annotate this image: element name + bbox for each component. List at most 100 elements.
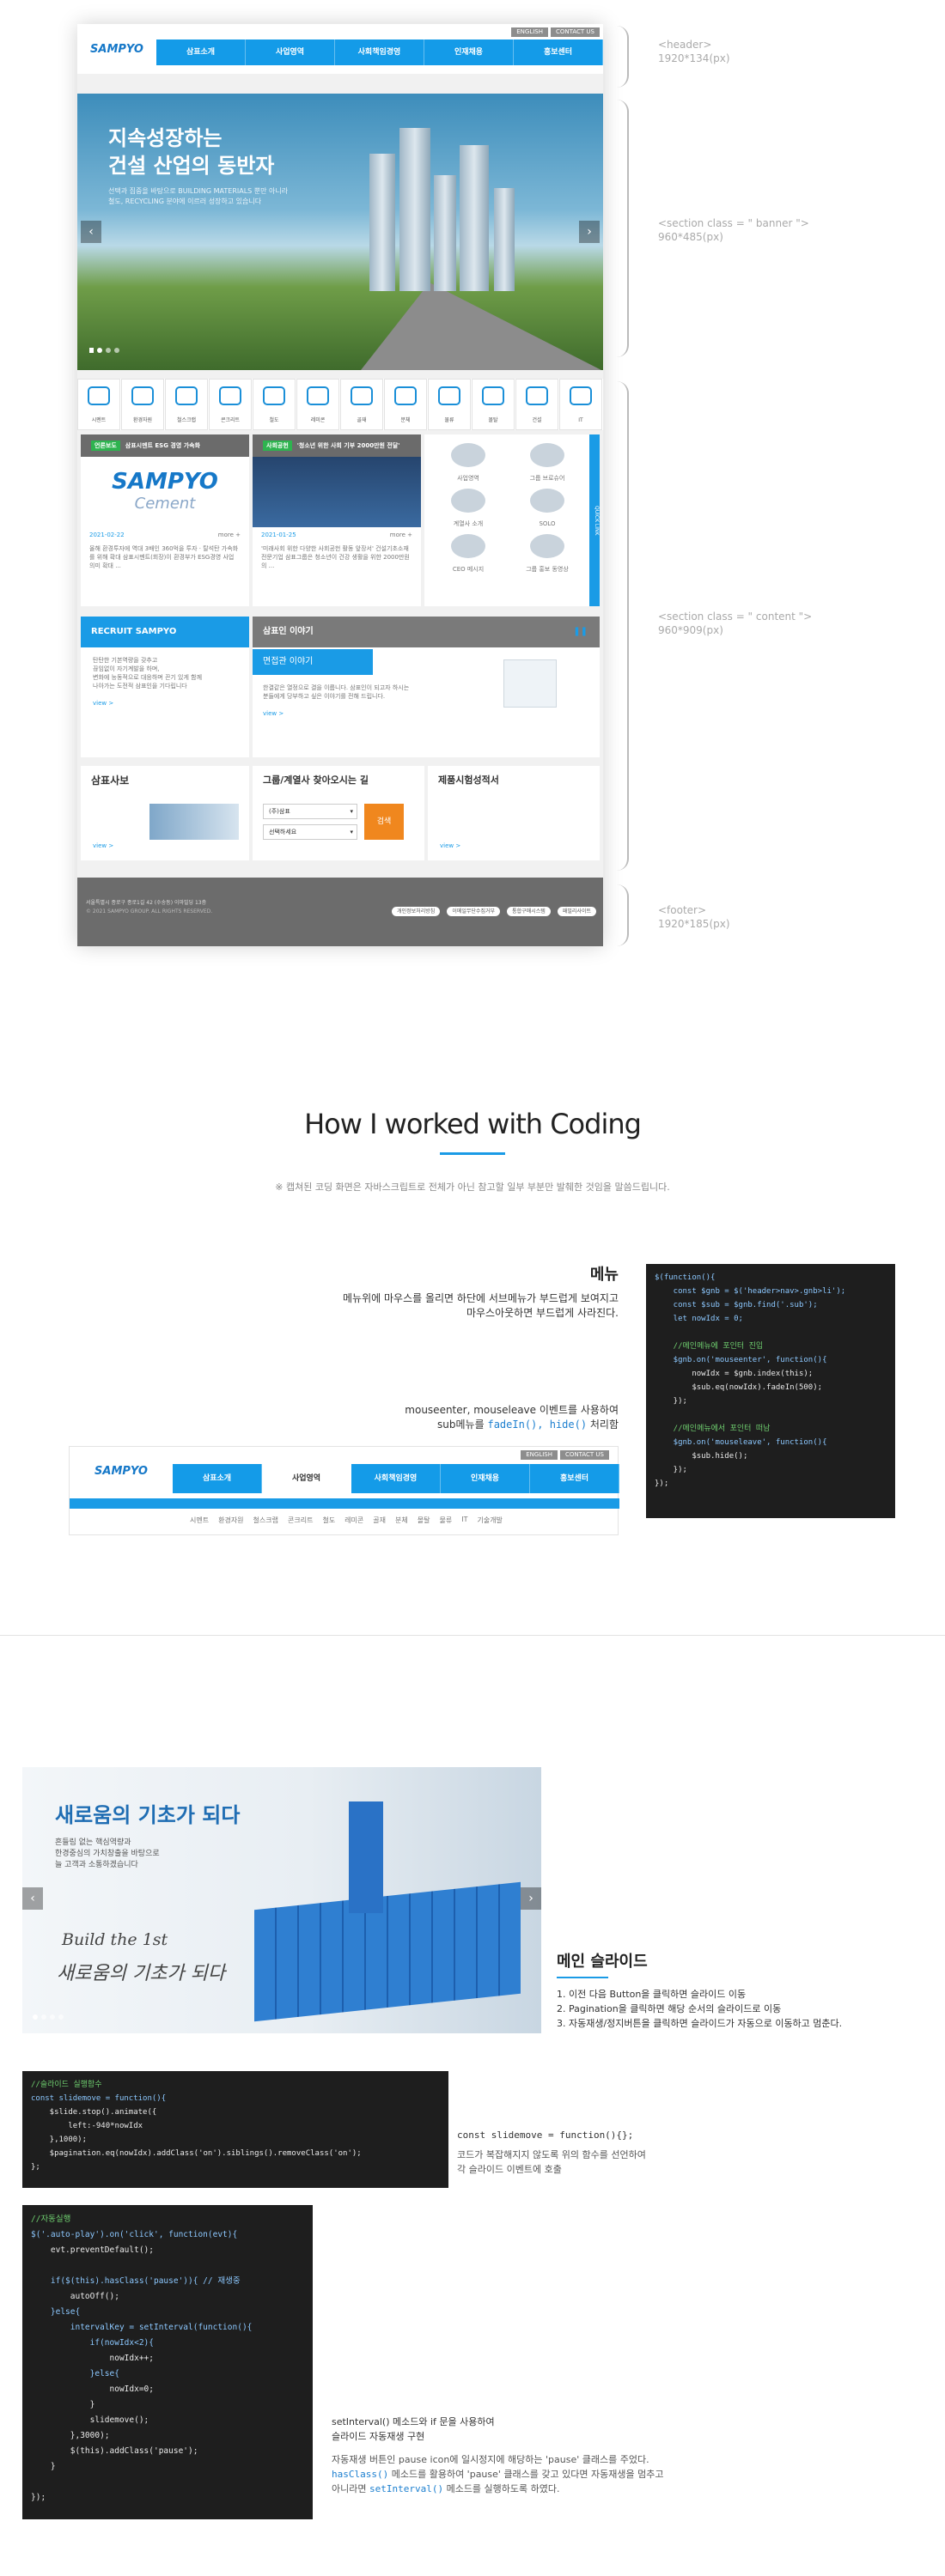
news-more-link[interactable]: more +	[390, 531, 412, 539]
branch-select[interactable]: 선택하세요 ▾	[263, 824, 357, 840]
quick-icon-mortar[interactable]: 몰탈	[472, 379, 515, 430]
nav-item-csr[interactable]: 사회책임경영	[335, 39, 424, 65]
news-card-2[interactable]: 사회공헌 '청소년 위한 사회 기부 2000만원 전달' 2021-01-25 m…	[253, 434, 421, 606]
pagination-dot[interactable]	[114, 348, 119, 353]
people-view-link[interactable]: view >	[263, 709, 589, 718]
pagination-dot[interactable]	[41, 2014, 46, 2020]
pause-icon[interactable]	[89, 348, 94, 353]
slidemove-desc-line: 코드가 복잡해지지 않도록 위의 함수를 선언하여	[457, 2149, 646, 2160]
banner-prev-button[interactable]: ‹	[81, 221, 101, 243]
quick-menu-item[interactable]: 그룹 브로슈어	[510, 443, 584, 483]
news-more-link[interactable]: more +	[218, 531, 241, 539]
nav-item-about[interactable]: 삼표소개	[156, 39, 246, 65]
webzine-card[interactable]: 삼표사보 view >	[81, 766, 249, 860]
sub-menu-item[interactable]: 물류	[439, 1516, 452, 1525]
util-link-english[interactable]: ENGLISH	[511, 27, 548, 37]
util-link-english[interactable]: ENGLISH	[521, 1450, 558, 1460]
sub-menu-item[interactable]: 골재	[373, 1516, 386, 1525]
news-badge: 사회공헌	[263, 440, 292, 451]
footer-link[interactable]: 개인정보처리방침	[392, 907, 441, 916]
pagination-dot[interactable]	[58, 2014, 64, 2020]
quick-icon-remicon[interactable]: 레미콘	[296, 379, 339, 430]
sub-menu-item[interactable]: 철스크랩	[253, 1516, 278, 1525]
code-line: $sub.eq(nowIdx).fadeIn(500);	[655, 1383, 823, 1392]
recruit-view-link[interactable]: view >	[93, 699, 237, 708]
quick-icon-it[interactable]: IT	[559, 379, 602, 430]
footer-link[interactable]: 통합구매시스템	[507, 907, 551, 916]
pause-icon[interactable]: ❚❚	[573, 627, 588, 636]
company-select[interactable]: (주)삼표 ▾	[263, 804, 357, 819]
slide-prev-button[interactable]: ‹	[22, 1887, 43, 1910]
webzine-view-link[interactable]: view >	[93, 841, 113, 850]
finder-search-button[interactable]: 검색	[364, 804, 404, 840]
util-link-contact[interactable]: CONTACT US	[560, 1450, 609, 1460]
sub-menu-item[interactable]: 레미콘	[344, 1516, 363, 1525]
quick-icon-aggregate[interactable]: 골재	[340, 379, 383, 430]
nav-item-about[interactable]: 삼표소개	[173, 1464, 262, 1493]
nav-item-csr[interactable]: 사회책임경영	[351, 1464, 441, 1493]
nav-item-business[interactable]: 사업영역	[246, 39, 335, 65]
recruit-body: 탄탄한 기본역량을 갖추고 끊임없이 자기계발을 하며, 변화에 능동적으로 대…	[81, 647, 249, 716]
code-line: nowIdx = $gnb.index(this);	[655, 1370, 814, 1378]
nav-item-pr[interactable]: 홍보센터	[530, 1464, 619, 1493]
site-logo[interactable]: SAMPYO	[77, 24, 156, 74]
sub-menu-text: sub메뉴를	[437, 1419, 488, 1431]
quick-menu-item[interactable]: SOLO	[510, 489, 584, 529]
quick-icon-env[interactable]: 환경자원	[121, 379, 164, 430]
donation-photo	[253, 457, 421, 527]
sub-menu-item[interactable]: 기술개발	[477, 1516, 502, 1525]
sub-menu-item[interactable]: 시멘트	[190, 1516, 209, 1525]
sub-menu-item[interactable]: 철도	[322, 1516, 335, 1525]
code-line: $(function(){	[655, 1273, 716, 1282]
banner-title-line2: 건설 산업의 동반자	[108, 154, 275, 178]
sub-menu-item[interactable]: 콘크리트	[288, 1516, 313, 1525]
sub-menu-item[interactable]: 환경자원	[218, 1516, 243, 1525]
banner-text-line1: 선택과 집중을 바탕으로 BUILDING MATERIALS 뿐만 아니라	[108, 187, 289, 195]
footer-link[interactable]: 패밀리사이트	[557, 907, 596, 916]
quick-icon-concrete[interactable]: 콘크리트	[209, 379, 252, 430]
recruit-card[interactable]: RECRUIT SAMPYO 탄탄한 기본역량을 갖추고 끊임없이 자기계발을 …	[81, 617, 249, 757]
nav-item-recruit[interactable]: 인재채용	[441, 1464, 530, 1493]
quick-icon-construction[interactable]: 건설	[515, 379, 558, 430]
sub-menu-item[interactable]: 분체	[395, 1516, 408, 1525]
quick-menu-label: SOLO	[539, 520, 556, 527]
code-line: autoOff();	[31, 2292, 119, 2301]
code-line: };	[31, 2163, 40, 2172]
quick-menu-item[interactable]: 사업영역	[431, 443, 505, 483]
nav-item-recruit[interactable]: 인재채용	[424, 39, 514, 65]
slidemove-description: const slidemove = function(){}; 코드가 복잡해지…	[457, 2128, 783, 2177]
code-line: if(nowIdx<2){	[31, 2338, 154, 2348]
code-line: });	[31, 2493, 46, 2502]
annotation-text: <section class = " content "> 960*909(px)	[658, 610, 881, 637]
quick-icon-logistics[interactable]: 물류	[428, 379, 471, 430]
quick-icon-rail[interactable]: 철도	[253, 379, 296, 430]
sub-menu-item[interactable]: 몰탈	[418, 1516, 430, 1525]
test-report-card[interactable]: 제품시험성적서 view >	[428, 766, 600, 860]
test-report-view-link[interactable]: view >	[440, 841, 460, 850]
nav-item-pr[interactable]: 홍보센터	[514, 39, 603, 65]
quick-link-tab[interactable]: QUICK LINK	[589, 434, 600, 606]
section-divider	[0, 1635, 945, 1636]
pagination-dot[interactable]	[97, 348, 102, 353]
quick-icon-powder[interactable]: 분체	[384, 379, 427, 430]
util-link-contact[interactable]: CONTACT US	[551, 27, 600, 37]
people-story-card[interactable]: 삼표인 이야기 ❚❚ 면접관 이야기 한결같은 열정으로 결을 이룹니다. 삼표…	[253, 617, 600, 757]
footer-link[interactable]: 이메일무단수집거부	[447, 907, 501, 916]
pagination-dot[interactable]	[50, 2014, 55, 2020]
sub-menu-item[interactable]: IT	[461, 1516, 467, 1525]
slide-next-button[interactable]: ›	[521, 1887, 541, 1910]
logo-text: SAMPYO	[90, 42, 143, 56]
nav-item-business-hover[interactable]: 사업영역	[262, 1464, 351, 1493]
quick-menu-item[interactable]: CEO 메시지	[431, 534, 505, 574]
event-text: 이벤트를 사용하여	[536, 1404, 619, 1416]
people-title: 삼표인 이야기	[253, 617, 600, 647]
quick-menu-item[interactable]: 계열사 소개	[431, 489, 505, 529]
pagination-dot[interactable]	[106, 348, 111, 353]
news-card-1[interactable]: 언론보도 삼표시멘트 ESG 경영 가속화 SAMPYO Cement 2021-…	[81, 434, 249, 606]
quick-menu-item[interactable]: 그룹 홍보 동영상	[510, 534, 584, 574]
quick-icon-cement[interactable]: 시멘트	[77, 379, 120, 430]
quick-icon-scrap[interactable]: 철스크랩	[165, 379, 208, 430]
pagination-dot[interactable]	[33, 2014, 38, 2020]
banner-next-button[interactable]: ›	[579, 221, 600, 243]
